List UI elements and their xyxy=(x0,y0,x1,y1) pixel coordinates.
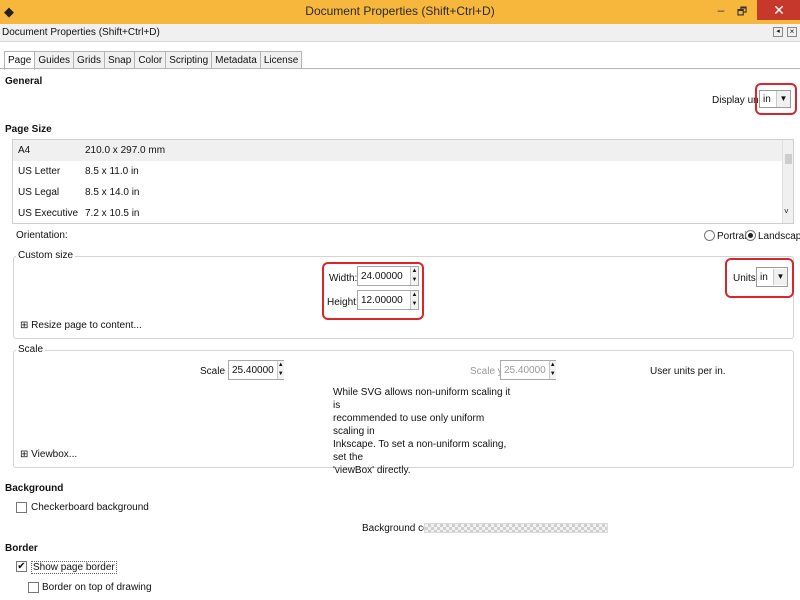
border-on-top-label[interactable]: Border on top of drawing xyxy=(42,582,152,593)
page-size-name: A4 xyxy=(18,145,31,156)
tab-metadata[interactable]: Metadata xyxy=(211,51,261,69)
list-item[interactable]: A4 210.0 x 297.0 mm xyxy=(13,140,783,161)
page-size-name: US Executive xyxy=(18,208,79,219)
dock-header: Document Properties (Shift+Ctrl+D) ◂ × xyxy=(0,24,800,42)
viewbox-label: Viewbox... xyxy=(31,449,78,460)
restore-button[interactable]: 🗗 xyxy=(733,3,751,19)
show-border-label[interactable]: Show page border xyxy=(31,561,117,574)
landscape-radio[interactable] xyxy=(745,230,756,241)
minimize-button[interactable]: – xyxy=(712,3,730,19)
scale-y-value: 25.40000 xyxy=(504,365,546,376)
checkerboard-checkbox[interactable] xyxy=(16,502,27,513)
page-size-dims: 8.5 x 14.0 in xyxy=(85,187,140,198)
expander-plus-icon: ⊞ xyxy=(20,449,32,460)
border-on-top-checkbox[interactable] xyxy=(28,582,39,593)
stepper-arrows-icon[interactable]: ▲ ▼ xyxy=(276,361,284,379)
page-size-dims: 210.0 x 297.0 mm xyxy=(85,145,166,156)
viewbox-expander[interactable]: ⊞ Viewbox... xyxy=(20,449,77,460)
landscape-label[interactable]: Landscape xyxy=(758,231,800,242)
list-scrollbar[interactable]: ˅ xyxy=(782,140,793,223)
note-line: While SVG allows non-uniform scaling it … xyxy=(333,387,511,411)
page-size-list: A4 210.0 x 297.0 mm US Letter 8.5 x 11.0… xyxy=(12,139,794,224)
annotation-circle xyxy=(725,258,794,298)
scale-x-value[interactable]: 25.40000 xyxy=(229,361,277,379)
show-border-checkbox[interactable]: ✔ xyxy=(16,561,27,572)
list-item[interactable]: US Letter 8.5 x 11.0 in xyxy=(13,161,783,182)
resize-label: Resize page to content... xyxy=(31,320,142,331)
scroll-down-icon[interactable]: ˅ xyxy=(784,207,789,216)
page-size-heading: Page Size xyxy=(5,124,52,135)
tab-license[interactable]: License xyxy=(259,51,303,69)
orientation-label: Orientation: xyxy=(16,230,68,241)
note-line: recommended to use only uniform scaling … xyxy=(333,413,485,437)
stepper-arrows-icon: ▲ ▼ xyxy=(548,361,556,379)
note-line: Inkscape. To set a non-uniform scaling, … xyxy=(333,439,507,463)
window-title: Document Properties (Shift+Ctrl+D) xyxy=(305,4,495,18)
tab-snap[interactable]: Snap xyxy=(103,51,136,69)
tab-grids[interactable]: Grids xyxy=(73,51,105,69)
tab-color[interactable]: Color xyxy=(134,51,167,69)
scale-y-stepper: 25.40000 ▲ ▼ xyxy=(500,360,556,380)
scale-title: Scale xyxy=(16,344,46,355)
background-color-swatch[interactable] xyxy=(424,523,608,533)
dock-title: Document Properties (Shift+Ctrl+D) xyxy=(2,27,160,38)
dock-close-icon[interactable]: × xyxy=(787,27,797,37)
annotation-circle xyxy=(322,262,424,320)
general-heading: General xyxy=(5,76,43,87)
page-size-dims: 7.2 x 10.5 in xyxy=(85,208,140,219)
dock-iconify-icon[interactable]: ◂ xyxy=(773,27,783,37)
annotation-circle xyxy=(755,83,797,115)
resize-expander[interactable]: ⊞ Resize page to content... xyxy=(20,320,142,331)
background-heading: Background xyxy=(5,483,64,494)
window-titlebar: ◆ Document Properties (Shift+Ctrl+D) – 🗗… xyxy=(0,0,800,24)
note-line: 'viewBox' directly. xyxy=(333,465,411,476)
page-size-dims: 8.5 x 11.0 in xyxy=(85,166,139,177)
tab-divider xyxy=(0,68,800,69)
page-size-name: US Letter xyxy=(18,166,61,177)
checkerboard-label[interactable]: Checkerboard background xyxy=(31,502,149,513)
tab-guides[interactable]: Guides xyxy=(34,51,75,69)
tab-scripting[interactable]: Scripting xyxy=(165,51,213,69)
tab-bar: Page Guides Grids Snap Color Scripting M… xyxy=(4,51,303,70)
expander-plus-icon: ⊞ xyxy=(20,320,32,331)
list-item[interactable]: US Legal 8.5 x 14.0 in xyxy=(13,182,783,203)
close-button[interactable]: ✕ xyxy=(757,0,800,20)
page-size-name: US Legal xyxy=(18,187,60,198)
custom-size-title: Custom size xyxy=(16,250,76,261)
user-units-label: User units per in. xyxy=(650,366,726,377)
scale-x-stepper[interactable]: 25.40000 ▲ ▼ xyxy=(228,360,284,380)
scrollbar-thumb[interactable] xyxy=(785,154,792,164)
portrait-radio[interactable] xyxy=(704,230,715,241)
list-item[interactable]: US Executive 7.2 x 10.5 in xyxy=(13,203,783,224)
scale-note: While SVG allows non-uniform scaling it … xyxy=(333,386,513,477)
border-heading: Border xyxy=(5,543,38,554)
